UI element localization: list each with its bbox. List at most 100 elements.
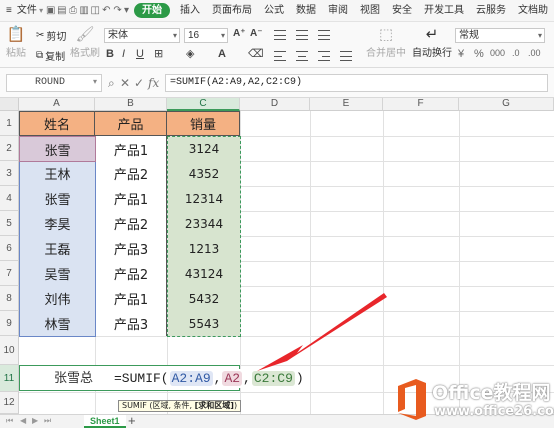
row-header-5[interactable]: 5	[0, 211, 19, 236]
tab-view[interactable]: 视图	[354, 0, 386, 22]
open-icon[interactable]: ▤	[56, 0, 67, 22]
header-cell-sales[interactable]: 销量	[167, 111, 240, 136]
format-painter-button[interactable]: 🖌 格式刷	[70, 26, 100, 59]
product-cell[interactable]: 产品2	[95, 161, 167, 186]
tab-insert[interactable]: 插入	[174, 0, 206, 22]
wrap-text-button[interactable]: ↵ 自动换行	[412, 26, 452, 59]
cancel-icon[interactable]: ✕	[120, 74, 130, 92]
row-header-8[interactable]: 8	[0, 286, 19, 311]
copy-button[interactable]: ⧉ 复制	[36, 48, 65, 63]
first-sheet-icon[interactable]: ⏮	[6, 416, 13, 426]
fill-color-icon[interactable]: ◈	[186, 47, 194, 60]
in-cell-formula[interactable]: =SUMIF( A2:A9 , A2 , C2:C9 )	[114, 369, 308, 388]
header-cell-product[interactable]: 产品	[95, 111, 167, 136]
select-all-corner[interactable]	[0, 98, 19, 111]
currency-icon[interactable]: ¥	[458, 48, 464, 60]
tab-page-layout[interactable]: 页面布局	[206, 0, 258, 22]
sales-cell[interactable]: 43124	[168, 261, 240, 286]
name-cell[interactable]: 张雪	[20, 186, 95, 211]
product-cell[interactable]: 产品3	[95, 236, 167, 261]
header-cell-name[interactable]: 姓名	[19, 111, 95, 136]
align-top-icon[interactable]	[274, 30, 286, 40]
undo-icon[interactable]: ↶	[101, 0, 112, 22]
tab-doc-assistant[interactable]: 文档助	[512, 0, 554, 22]
name-cell[interactable]: 吴雪	[20, 261, 95, 286]
menu-toggle-icon[interactable]: ≡	[0, 0, 15, 22]
align-left-icon[interactable]	[274, 51, 286, 61]
borders-icon[interactable]: ⊞	[154, 47, 163, 60]
formula-ref-range[interactable]: A2:A9	[169, 371, 213, 386]
tab-review[interactable]: 审阅	[322, 0, 354, 22]
column-header-a[interactable]: A	[19, 98, 95, 111]
align-center-icon[interactable]	[296, 51, 308, 61]
product-cell[interactable]: 产品2	[95, 211, 167, 236]
tab-security[interactable]: 安全	[386, 0, 418, 22]
underline-icon[interactable]: U	[136, 48, 144, 60]
product-cell[interactable]: 产品1	[95, 137, 167, 161]
tab-formulas[interactable]: 公式	[258, 0, 290, 22]
row-header-3[interactable]: 3	[0, 161, 19, 186]
tab-home[interactable]: 开始	[134, 3, 171, 18]
name-box[interactable]: ROUND ▾	[6, 74, 102, 92]
sales-cell[interactable]: 4352	[168, 161, 240, 186]
font-name-select[interactable]: 宋体 ▾	[104, 28, 180, 43]
font-color-icon[interactable]: A	[218, 48, 226, 60]
confirm-icon[interactable]: ✓	[134, 74, 144, 92]
column-header-f[interactable]: F	[383, 98, 459, 111]
column-header-d[interactable]: D	[240, 98, 310, 111]
paste-button[interactable]: 📋 粘贴	[6, 26, 26, 59]
name-cell[interactable]: 王磊	[20, 236, 95, 261]
sales-cell[interactable]: 1213	[168, 236, 240, 261]
row-header-4[interactable]: 4	[0, 186, 19, 211]
print-icon[interactable]: ⎙	[67, 0, 78, 22]
percent-icon[interactable]: %	[474, 48, 484, 60]
more-icon[interactable]: ▾	[123, 0, 130, 22]
column-header-g[interactable]: G	[459, 98, 554, 111]
name-cell[interactable]: 林雪	[20, 311, 95, 336]
bold-icon[interactable]: B	[106, 48, 114, 60]
name-cell[interactable]: 王林	[20, 161, 95, 186]
cut-button[interactable]: ✂ 剪切	[36, 28, 66, 43]
grow-font-icon[interactable]: A⁺	[233, 28, 246, 39]
export-icon[interactable]: ▥	[79, 0, 90, 22]
formula-input[interactable]: =SUMIF(A2:A9,A2,C2:C9)	[165, 74, 548, 92]
row-header-6[interactable]: 6	[0, 236, 19, 261]
next-sheet-icon[interactable]: ▶	[32, 416, 38, 425]
row-header-12[interactable]: 12	[0, 392, 19, 414]
row-header-2[interactable]: 2	[0, 136, 19, 161]
increase-decimal-icon[interactable]: .0	[512, 48, 520, 58]
font-size-select[interactable]: 16 ▾	[184, 28, 228, 43]
name-cell[interactable]: 张雪	[20, 137, 95, 161]
preview-icon[interactable]: ◫	[90, 0, 101, 22]
row-header-7[interactable]: 7	[0, 261, 19, 286]
product-cell[interactable]: 产品2	[95, 261, 167, 286]
shrink-font-icon[interactable]: A⁻	[250, 28, 263, 39]
column-header-e[interactable]: E	[310, 98, 383, 111]
formula-ref-criteria[interactable]: A2	[222, 371, 243, 386]
row-header-11[interactable]: 11	[0, 365, 19, 392]
thousands-icon[interactable]: 000	[490, 48, 505, 58]
row-header-9[interactable]: 9	[0, 311, 19, 336]
merge-center-button[interactable]: ⬚ 合并居中	[366, 26, 406, 59]
last-sheet-icon[interactable]: ⏭	[44, 416, 51, 426]
spreadsheet-grid[interactable]: A B C D E F G 1 2 3 4 5 6 7 8 9 10 11 12…	[0, 98, 554, 414]
number-format-select[interactable]: 常规 ▾	[455, 28, 545, 43]
decrease-decimal-icon[interactable]: .00	[528, 48, 541, 58]
erase-icon[interactable]: ⌫	[248, 47, 264, 60]
tab-cloud[interactable]: 云服务	[470, 0, 512, 22]
formula-ref-sum-range[interactable]: C2:C9	[251, 371, 295, 386]
function-icon[interactable]: fx	[148, 74, 159, 92]
add-sheet-icon[interactable]: +	[128, 414, 136, 428]
formula-edit-cell[interactable]: 张雪总 =SUMIF( A2:A9 , A2 , C2:C9 )	[19, 365, 308, 391]
file-menu[interactable]: 文件 ▾	[15, 0, 45, 22]
redo-icon[interactable]: ↷	[112, 0, 123, 22]
zoom-icon[interactable]: ⌕	[108, 74, 115, 92]
column-header-c[interactable]: C	[167, 98, 240, 111]
sales-cell[interactable]: 23344	[168, 211, 240, 236]
name-cell[interactable]: 李昊	[20, 211, 95, 236]
sales-cell[interactable]: 5543	[168, 311, 240, 336]
product-cell[interactable]: 产品1	[95, 186, 167, 211]
sales-cell[interactable]: 5432	[168, 286, 240, 311]
product-cell[interactable]: 产品1	[95, 286, 167, 311]
italic-icon[interactable]: I	[122, 48, 125, 60]
